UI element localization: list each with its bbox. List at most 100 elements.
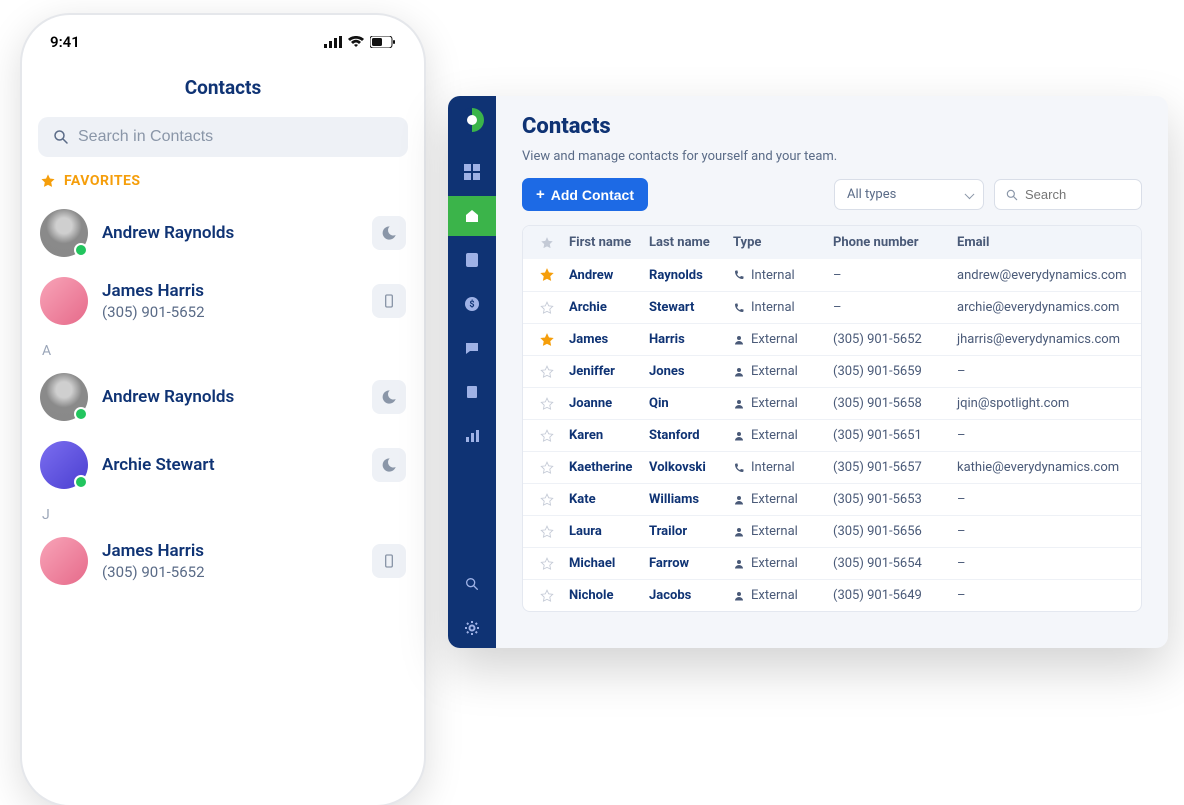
sidebar-billing[interactable]: $ bbox=[448, 284, 496, 324]
sidebar-logo bbox=[460, 108, 484, 132]
presence-dot bbox=[74, 475, 88, 489]
cell-type: External bbox=[729, 325, 829, 354]
cell-first: Kaetherine bbox=[565, 453, 645, 482]
col-last[interactable]: Last name bbox=[645, 226, 729, 259]
cell-phone: – bbox=[829, 293, 953, 322]
cell-email: – bbox=[953, 485, 1135, 514]
sidebar-contacts[interactable] bbox=[448, 240, 496, 280]
star-icon[interactable] bbox=[540, 461, 554, 475]
favorites-label: FAVORITES bbox=[64, 173, 141, 189]
cell-last: Volkovski bbox=[645, 453, 729, 482]
sidebar-search[interactable] bbox=[448, 564, 496, 604]
phone-icon[interactable] bbox=[372, 544, 406, 578]
star-icon[interactable] bbox=[540, 429, 554, 443]
contact-name: James Harris bbox=[102, 541, 358, 561]
type-filter[interactable]: All types bbox=[834, 179, 984, 210]
cell-last: Stanford bbox=[645, 421, 729, 450]
avatar bbox=[40, 209, 88, 257]
col-first[interactable]: First name bbox=[565, 226, 645, 259]
sidebar-chat[interactable] bbox=[448, 328, 496, 368]
sidebar-docs[interactable] bbox=[448, 372, 496, 412]
moon-icon[interactable] bbox=[372, 216, 406, 250]
presence-dot bbox=[74, 243, 88, 257]
col-type[interactable]: Type bbox=[729, 226, 829, 259]
status-time: 9:41 bbox=[50, 33, 80, 51]
table-row[interactable]: Kaetherine Volkovski Internal (305) 901-… bbox=[523, 451, 1141, 483]
table-row[interactable]: Laura Trailor External (305) 901-5656 – bbox=[523, 515, 1141, 547]
cell-first: Karen bbox=[565, 421, 645, 450]
cell-last: Williams bbox=[645, 485, 729, 514]
star-icon[interactable] bbox=[540, 493, 554, 507]
mobile-search-input[interactable] bbox=[78, 128, 394, 146]
star-icon[interactable] bbox=[540, 333, 554, 347]
contact-name: Andrew Raynolds bbox=[102, 223, 358, 243]
star-icon[interactable] bbox=[540, 525, 554, 539]
table-row[interactable]: Nichole Jacobs External (305) 901-5649 – bbox=[523, 579, 1141, 611]
avatar bbox=[40, 277, 88, 325]
user-icon bbox=[733, 334, 745, 346]
table-row[interactable]: Joanne Qin External (305) 901-5658 jqin@… bbox=[523, 387, 1141, 419]
home-icon bbox=[464, 208, 480, 224]
chat-icon bbox=[464, 340, 480, 356]
col-email[interactable]: Email bbox=[953, 226, 1135, 259]
cell-last: Jones bbox=[645, 357, 729, 386]
page-subtitle: View and manage contacts for yourself an… bbox=[522, 149, 1142, 164]
user-icon bbox=[733, 494, 745, 506]
cell-phone: (305) 901-5654 bbox=[829, 549, 953, 578]
cell-phone: (305) 901-5658 bbox=[829, 389, 953, 418]
sidebar-dashboard[interactable] bbox=[448, 152, 496, 192]
table-row[interactable]: James Harris External (305) 901-5652 jha… bbox=[523, 323, 1141, 355]
sidebar-analytics[interactable] bbox=[448, 416, 496, 456]
cell-type: Internal bbox=[729, 261, 829, 290]
cell-first: Laura bbox=[565, 517, 645, 546]
cell-first: Jeniffer bbox=[565, 357, 645, 386]
star-icon[interactable] bbox=[540, 301, 554, 315]
table-row[interactable]: Archie Stewart Internal – archie@everydy… bbox=[523, 291, 1141, 323]
contact-row[interactable]: Archie Stewart bbox=[22, 431, 424, 499]
desktop-search-input[interactable] bbox=[1025, 187, 1131, 202]
mobile-search[interactable] bbox=[38, 117, 408, 157]
cell-phone: (305) 901-5657 bbox=[829, 453, 953, 482]
svg-text:$: $ bbox=[469, 299, 474, 310]
contact-icon bbox=[464, 252, 480, 268]
contact-row[interactable]: James Harris(305) 901-5652 bbox=[22, 527, 424, 595]
handset-icon bbox=[733, 462, 745, 474]
contact-row[interactable]: Andrew Raynolds bbox=[22, 363, 424, 431]
table-row[interactable]: Jeniffer Jones External (305) 901-5659 – bbox=[523, 355, 1141, 387]
cell-first: Nichole bbox=[565, 581, 645, 610]
contact-name: Andrew Raynolds bbox=[102, 387, 358, 407]
cell-email: archie@everydynamics.com bbox=[953, 293, 1135, 322]
cell-email: jharris@everydynamics.com bbox=[953, 325, 1135, 354]
moon-icon[interactable] bbox=[372, 448, 406, 482]
table-header: First name Last name Type Phone number E… bbox=[523, 226, 1141, 259]
sidebar-home[interactable] bbox=[448, 196, 496, 236]
star-icon[interactable] bbox=[540, 397, 554, 411]
cell-first: Andrew bbox=[565, 261, 645, 290]
star-icon bbox=[40, 173, 56, 189]
toolbar: Add Contact All types bbox=[522, 178, 1142, 211]
table-row[interactable]: Michael Farrow External (305) 901-5654 – bbox=[523, 547, 1141, 579]
star-icon[interactable] bbox=[540, 557, 554, 571]
moon-icon[interactable] bbox=[372, 380, 406, 414]
section-letter: A bbox=[22, 335, 424, 363]
cell-email: – bbox=[953, 421, 1135, 450]
contact-row[interactable]: Andrew Raynolds bbox=[22, 199, 424, 267]
table-row[interactable]: Kate Williams External (305) 901-5653 – bbox=[523, 483, 1141, 515]
cell-last: Trailor bbox=[645, 517, 729, 546]
star-icon[interactable] bbox=[540, 365, 554, 379]
user-icon bbox=[733, 526, 745, 538]
contact-row[interactable]: James Harris(305) 901-5652 bbox=[22, 267, 424, 335]
table-row[interactable]: Andrew Raynolds Internal – andrew@everyd… bbox=[523, 259, 1141, 291]
cell-phone: (305) 901-5649 bbox=[829, 581, 953, 610]
cell-type: External bbox=[729, 421, 829, 450]
table-row[interactable]: Karen Stanford External (305) 901-5651 – bbox=[523, 419, 1141, 451]
star-icon[interactable] bbox=[540, 268, 554, 282]
add-contact-button[interactable]: Add Contact bbox=[522, 178, 648, 211]
cell-phone: (305) 901-5652 bbox=[829, 325, 953, 354]
phone-icon[interactable] bbox=[372, 284, 406, 318]
star-icon[interactable] bbox=[540, 589, 554, 603]
desktop-search[interactable] bbox=[994, 179, 1142, 210]
sidebar-settings[interactable] bbox=[448, 608, 496, 648]
cell-type: External bbox=[729, 517, 829, 546]
col-phone[interactable]: Phone number bbox=[829, 226, 953, 259]
